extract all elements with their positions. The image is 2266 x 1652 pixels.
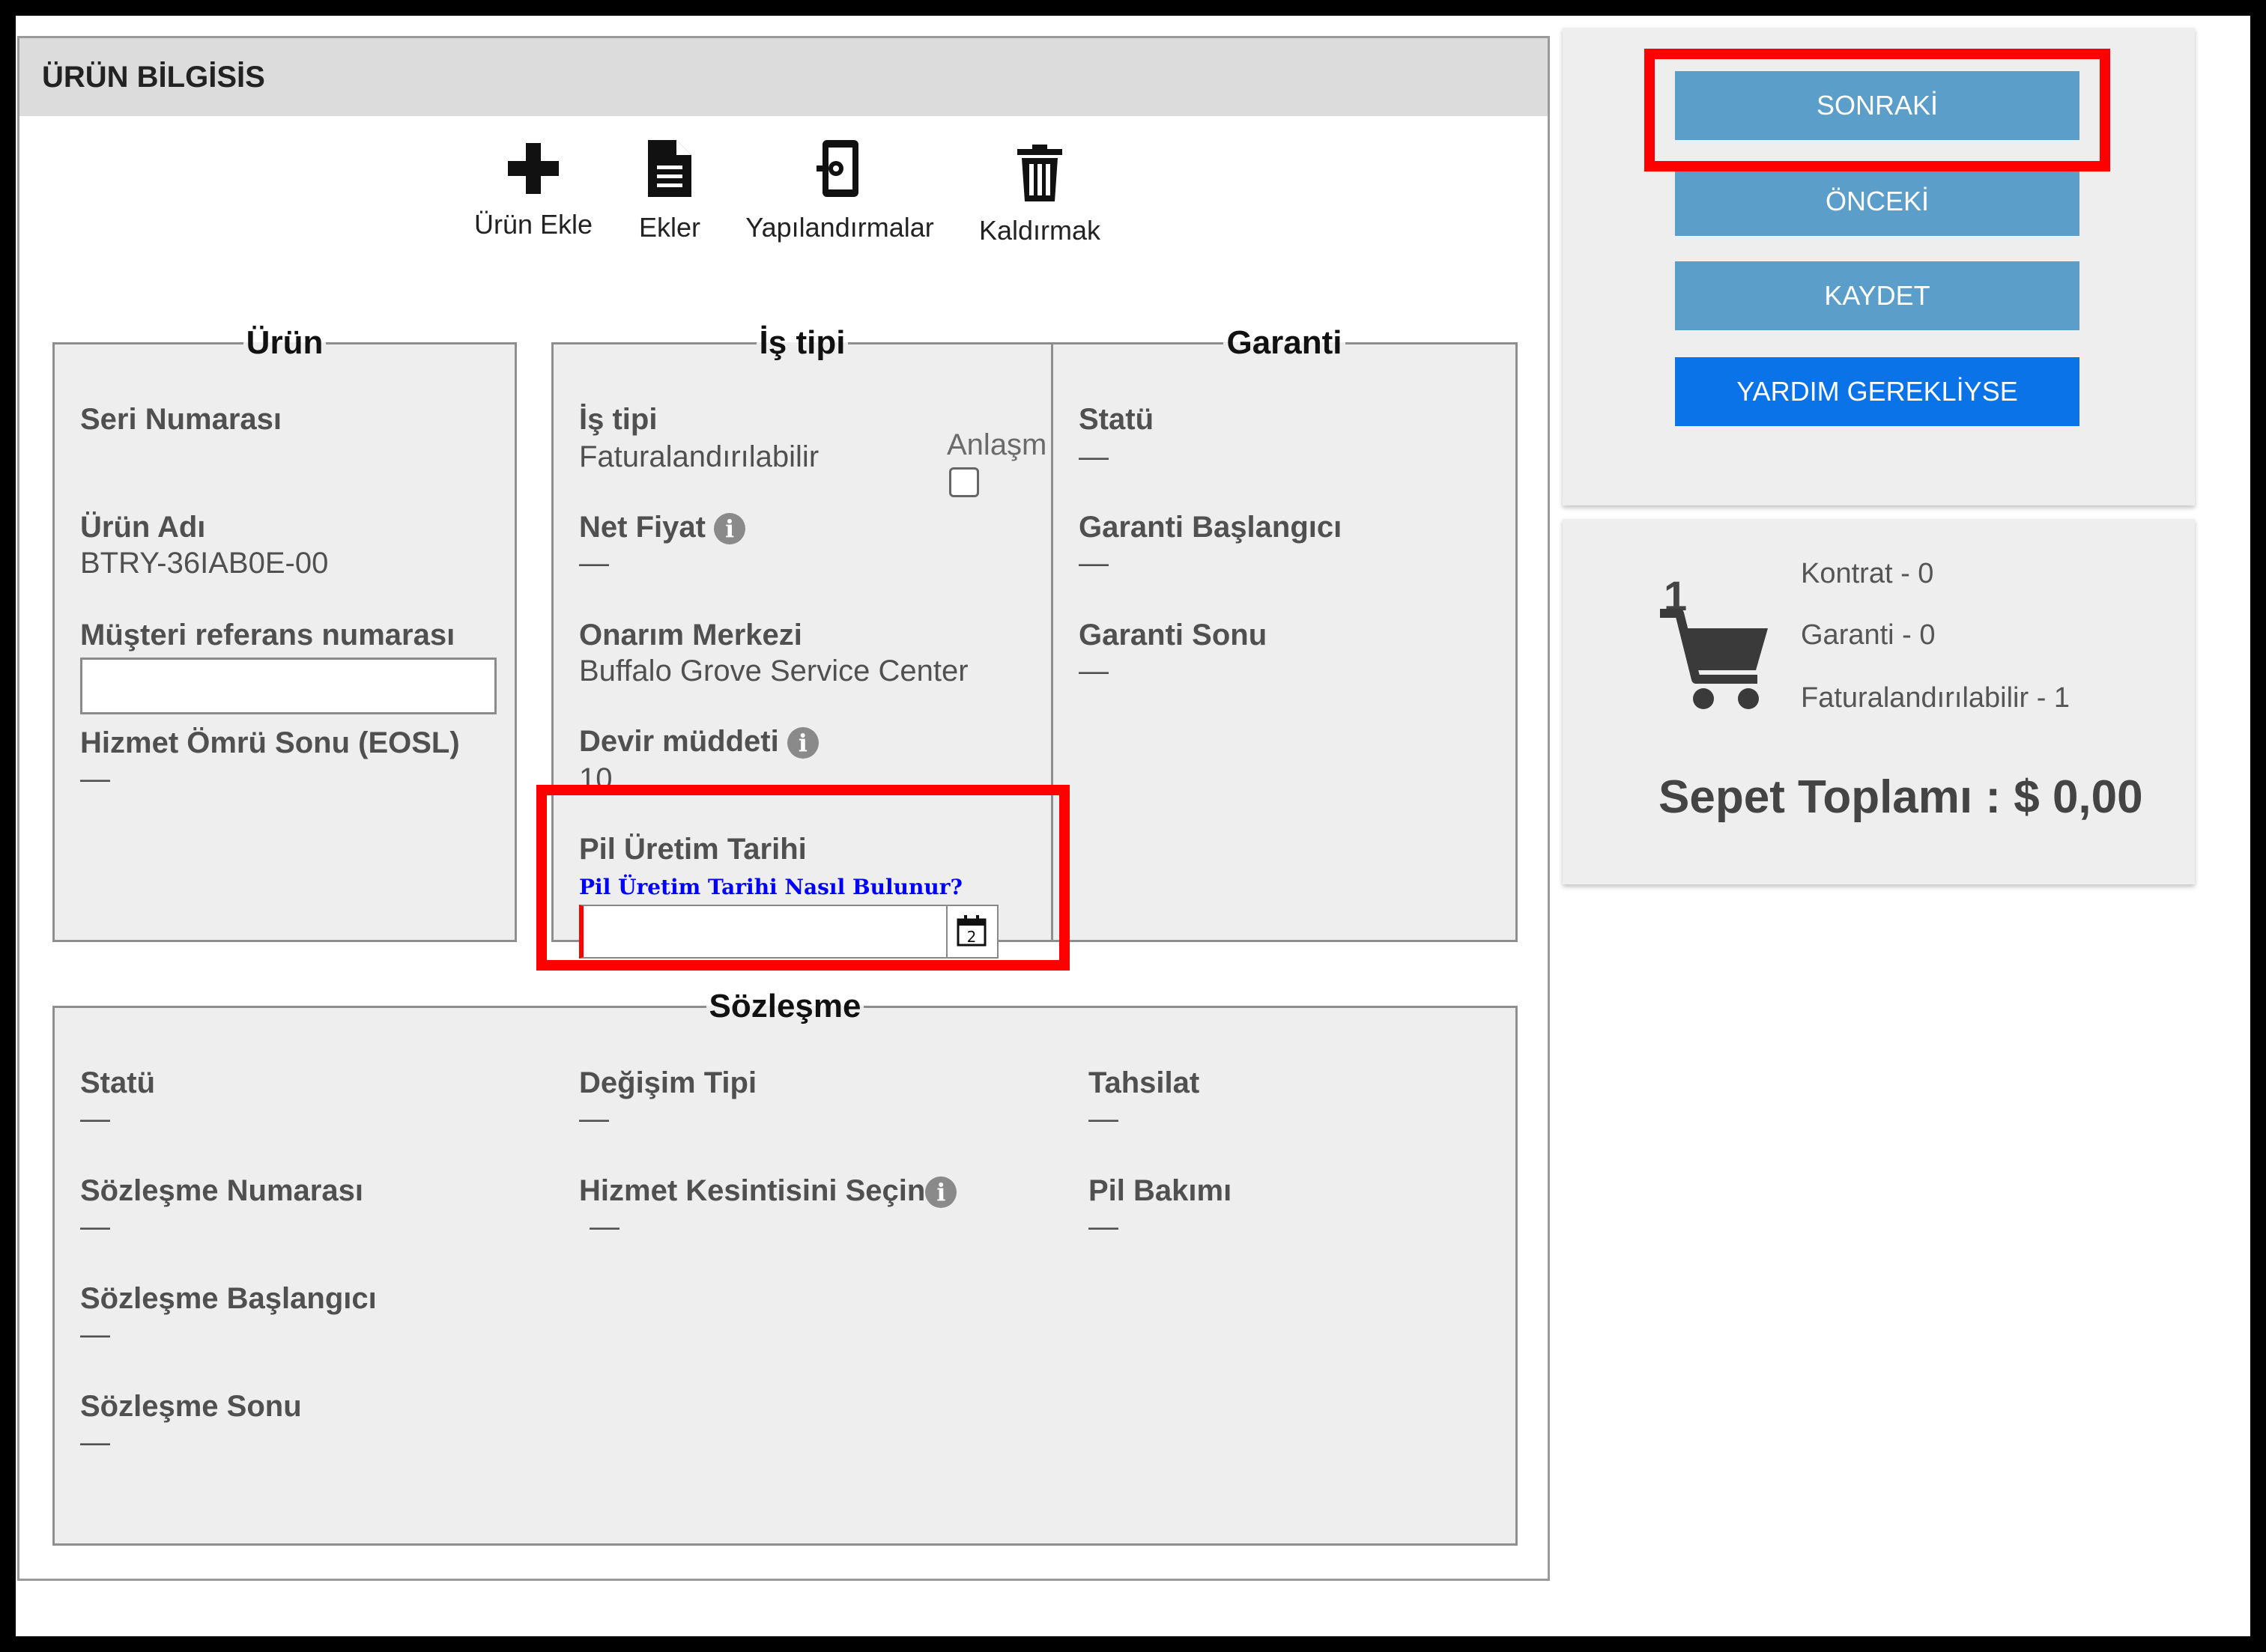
info-icon[interactable]: i xyxy=(714,513,746,545)
product-name-value: BTRY-36IAB0E-00 xyxy=(80,547,329,580)
warranty-start-label: Garanti Başlangıcı xyxy=(1079,511,1342,544)
repair-center-label: Onarım Merkezi xyxy=(579,619,802,652)
configurations-button[interactable]: Yapılandırmalar xyxy=(739,139,941,243)
document-icon xyxy=(648,140,691,197)
attachments-button[interactable]: Ekler xyxy=(625,139,715,243)
serial-number-label: Seri Numarası xyxy=(80,403,282,436)
product-legend: Ürün xyxy=(246,324,324,361)
cart-card: 1 Kontrat - 0 Garanti - 0 Faturalandırıl… xyxy=(1563,519,2195,884)
warranty-start-value: — xyxy=(1079,547,1109,580)
product-name-label: Ürün Adı xyxy=(80,511,206,544)
help-button[interactable]: YARDIM GEREKLİYSE xyxy=(1675,357,2079,426)
cart-icon[interactable] xyxy=(1658,607,1771,712)
cart-total: Sepet Toplamı : $ 0,00 xyxy=(1658,771,2143,823)
add-product-button[interactable]: Ürün Ekle xyxy=(466,142,601,240)
eosl-label: Hizmet Ömrü Sonu (EOSL) xyxy=(80,726,460,759)
service-cut-value: — xyxy=(590,1210,619,1243)
remove-label: Kaldırmak xyxy=(978,215,1101,246)
app-frame: ÜRÜN BİLGİSİS Ürün Ekle Ekler Yapılandır… xyxy=(16,16,2250,1636)
business-type-legend: İş tipi xyxy=(759,324,846,361)
business-type-value: Faturalandırılabilir xyxy=(579,440,820,473)
contract-status-label: Statü xyxy=(80,1066,155,1099)
business-type-label: İş tipi xyxy=(579,403,658,436)
repair-center-value: Buffalo Grove Service Center xyxy=(579,655,969,687)
attachments-label: Ekler xyxy=(638,212,701,243)
contract-end-label: Sözleşme Sonu xyxy=(80,1390,302,1423)
exchange-type-label: Değişim Tipi xyxy=(579,1066,757,1099)
customer-ref-input[interactable] xyxy=(80,658,497,714)
add-product-label: Ürün Ekle xyxy=(473,209,593,240)
contract-start-value: — xyxy=(80,1318,110,1351)
service-cut-label: Hizmet Kesintisini Seçin i xyxy=(579,1174,957,1209)
cart-warranty-count: Garanti - 0 xyxy=(1801,619,1936,651)
contract-end-value: — xyxy=(80,1426,110,1459)
agreement-label: Anlaşm xyxy=(947,428,1047,461)
plus-icon xyxy=(508,143,559,194)
trash-icon xyxy=(1017,145,1062,201)
device-settings-icon xyxy=(817,140,858,197)
exchange-type-value: — xyxy=(579,1102,609,1135)
battery-maintenance-value: — xyxy=(1088,1210,1118,1243)
warranty-legend: Garanti xyxy=(1226,324,1342,361)
remove-button[interactable]: Kaldırmak xyxy=(965,145,1115,246)
net-price-value: — xyxy=(579,547,609,580)
agreement-checkbox[interactable] xyxy=(949,467,979,497)
contract-status-value: — xyxy=(80,1102,110,1135)
highlight-next-button xyxy=(1644,49,2110,171)
warranty-status-value: — xyxy=(1079,440,1109,473)
warranty-end-label: Garanti Sonu xyxy=(1079,619,1267,652)
panel-title: ÜRÜN BİLGİSİS xyxy=(19,38,1548,116)
cart-billable-count: Faturalandırılabilir - 1 xyxy=(1801,682,2070,714)
contract-legend: Sözleşme xyxy=(709,988,861,1024)
warranty-status-label: Statü xyxy=(1079,403,1154,436)
contract-section: Sözleşme Statü — Sözleşme Numarası — Söz… xyxy=(52,988,1518,1546)
net-price-label: Net Fiyat i xyxy=(579,511,746,545)
warranty-end-value: — xyxy=(1079,655,1109,687)
customer-ref-label: Müşteri referans numarası xyxy=(80,619,455,652)
eosl-value: — xyxy=(80,762,110,795)
save-button[interactable]: KAYDET xyxy=(1675,261,2079,330)
contract-number-label: Sözleşme Numarası xyxy=(80,1174,363,1207)
info-icon[interactable]: i xyxy=(925,1176,957,1209)
product-section: Ürün Seri Numarası Ürün Adı BTRY-36IAB0E… xyxy=(52,324,517,942)
highlight-battery-date xyxy=(536,785,1070,971)
battery-maintenance-label: Pil Bakımı xyxy=(1088,1174,1232,1207)
contract-number-value: — xyxy=(80,1210,110,1243)
warranty-section: Garanti Statü — Garanti Başlangıcı — Gar… xyxy=(1053,324,1518,942)
configurations-label: Yapılandırmalar xyxy=(745,212,934,243)
collection-value: — xyxy=(1088,1102,1118,1135)
cart-contract-count: Kontrat - 0 xyxy=(1801,558,1934,589)
collection-label: Tahsilat xyxy=(1088,1066,1200,1099)
info-icon[interactable]: i xyxy=(787,727,819,759)
contract-start-label: Sözleşme Başlangıcı xyxy=(80,1282,377,1315)
previous-button[interactable]: ÖNCEKİ xyxy=(1675,167,2079,236)
turnaround-label: Devir müddeti i xyxy=(579,725,819,759)
